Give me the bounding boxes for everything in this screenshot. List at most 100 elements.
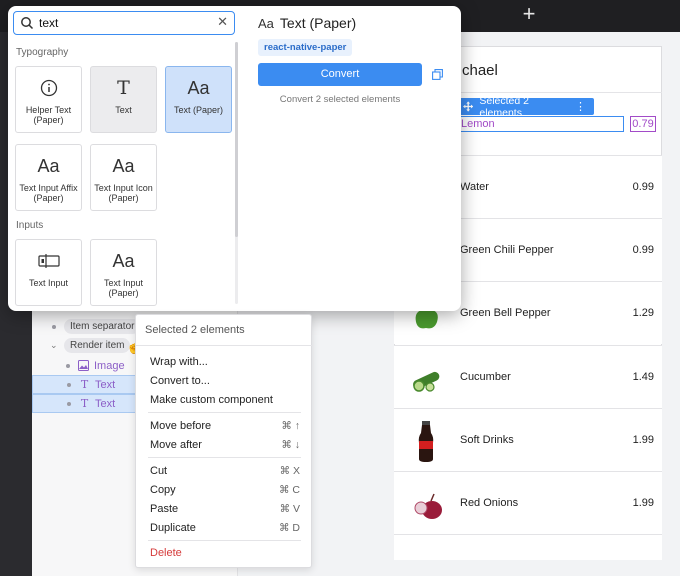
menu-item-label: Wrap with...	[150, 356, 208, 368]
text-aa-icon: Aa	[187, 77, 210, 98]
menu-item-wrap-with[interactable]: Wrap with...	[150, 356, 300, 368]
shortcut: ⌘ ↑	[281, 420, 300, 432]
text-t-icon: T	[80, 397, 89, 410]
menu-item-paste[interactable]: Paste ⌘ V	[150, 503, 300, 515]
product-row[interactable]	[394, 534, 662, 560]
menu-item-copy[interactable]: Copy ⌘ C	[150, 484, 300, 496]
product-name: Soft Drinks	[460, 434, 514, 446]
product-name: Green Chili Pepper	[460, 244, 554, 256]
search-icon	[21, 17, 34, 30]
tile-label: Text (Paper)	[173, 105, 224, 115]
product-price: 1.29	[632, 307, 654, 319]
product-row[interactable]: Red Onions 1.99	[394, 471, 662, 534]
text-aa-icon: Aa	[258, 15, 274, 31]
layer-label: Text	[95, 378, 116, 391]
tile-text-input[interactable]: Text Input	[15, 239, 82, 306]
product-name: Cucumber	[460, 371, 511, 383]
shortcut: ⌘ V	[279, 503, 300, 515]
product-price: 1.49	[632, 371, 654, 383]
move-icon[interactable]	[463, 101, 474, 112]
bullet-icon	[66, 363, 70, 368]
tile-text-input-affix-paper[interactable]: Aa Text Input Affix (Paper)	[15, 144, 82, 211]
convert-note: Convert 2 selected elements	[279, 94, 401, 105]
menu-item-cut[interactable]: Cut ⌘ X	[150, 465, 300, 477]
tile-label: Text Input Affix (Paper)	[19, 183, 78, 203]
tile-text[interactable]: T Text	[90, 66, 157, 133]
menu-item-make-custom-component[interactable]: Make custom component	[150, 394, 300, 406]
tile-text-input-paper[interactable]: Aa Text Input (Paper)	[90, 239, 157, 306]
product-name: Red Onions	[460, 497, 519, 509]
text-t-icon: T	[80, 378, 89, 391]
scrollbar-thumb[interactable]	[235, 42, 238, 237]
product-row[interactable]: Cucumber 1.49	[394, 345, 662, 408]
product-price: 1.99	[632, 434, 654, 446]
menu-item-move-before[interactable]: Move before ⌘ ↑	[150, 420, 300, 432]
layer-label: Render item	[64, 338, 131, 353]
divider	[136, 345, 313, 346]
tile-label: Text Input	[28, 278, 69, 288]
context-menu: Selected 2 elements Wrap with... Convert…	[135, 314, 313, 568]
product-price: 1.99	[632, 497, 654, 509]
component-picker-popup: ✕ Typography Helper Text (Paper) T Text …	[8, 6, 461, 311]
text-input-icon	[37, 250, 60, 272]
tile-label: Text	[115, 105, 132, 115]
menu-item-label: Move before	[150, 420, 212, 432]
menu-item-delete[interactable]: Delete	[150, 547, 300, 559]
product-image	[404, 419, 448, 463]
product-image	[404, 482, 448, 526]
section-heading-inputs: Inputs	[16, 220, 44, 231]
search-field[interactable]: ✕	[13, 11, 235, 35]
bullet-icon	[52, 324, 56, 329]
tile-label: Text Input Icon (Paper)	[94, 183, 153, 203]
text-aa-icon: Aa	[37, 155, 60, 176]
selection-badge[interactable]: Selected 2 elements ⋮	[459, 95, 594, 119]
section-heading-typography: Typography	[16, 47, 69, 58]
menu-item-label: Delete	[150, 547, 182, 559]
text-t-icon: T	[117, 77, 130, 99]
shortcut: ⌘ ↓	[281, 439, 300, 451]
selected-text-name[interactable]: Lemon	[459, 116, 624, 132]
detail-title-text: Text (Paper)	[279, 15, 357, 31]
close-icon[interactable]: ✕	[217, 14, 228, 30]
product-image	[404, 356, 448, 400]
chevron-down-icon[interactable]: ⌄	[50, 340, 58, 351]
divider	[148, 457, 301, 458]
bullet-icon	[67, 401, 71, 406]
image-icon	[78, 360, 89, 371]
menu-item-label: Convert to...	[150, 375, 210, 387]
tile-text-paper[interactable]: Aa Text (Paper)	[165, 66, 232, 133]
context-menu-header: Selected 2 elements	[145, 324, 245, 336]
tile-text-input-icon-paper[interactable]: Aa Text Input Icon (Paper)	[90, 144, 157, 211]
menu-item-duplicate[interactable]: Duplicate ⌘ D	[150, 522, 300, 534]
tile-label: Helper Text (Paper)	[25, 105, 72, 125]
menu-item-move-after[interactable]: Move after ⌘ ↓	[150, 439, 300, 451]
menu-item-label: Cut	[150, 465, 168, 477]
menu-item-label: Paste	[150, 503, 179, 515]
product-name: Green Bell Pepper	[460, 307, 551, 319]
add-icon[interactable]: +	[518, 3, 540, 26]
product-price: 0.99	[632, 244, 654, 256]
more-vertical-icon[interactable]: ⋮	[575, 100, 586, 113]
product-row[interactable]: Soft Drinks 1.99	[394, 408, 662, 471]
shortcut: ⌘ C	[279, 484, 300, 496]
text-aa-icon: Aa	[112, 250, 135, 271]
layer-label: Image	[94, 359, 125, 372]
package-tag: react-native-paper	[258, 39, 353, 56]
info-circle-icon	[40, 77, 58, 99]
menu-item-label: Copy	[150, 484, 176, 496]
search-input[interactable]	[39, 15, 214, 31]
menu-item-label: Move after	[150, 439, 202, 451]
tile-helper-text-paper[interactable]: Helper Text (Paper)	[15, 66, 82, 133]
product-price: 0.99	[632, 181, 654, 193]
shortcut: ⌘ D	[279, 522, 300, 534]
detail-title: Aa Text (Paper)	[258, 15, 356, 31]
bullet-icon	[67, 382, 71, 387]
shortcut: ⌘ X	[279, 465, 300, 477]
open-external-icon[interactable]	[432, 69, 443, 80]
selected-text-price[interactable]: 0.79	[630, 116, 656, 132]
convert-button[interactable]: Convert	[258, 63, 422, 86]
menu-item-label: Duplicate	[150, 522, 196, 534]
divider	[148, 412, 301, 413]
layer-label: Item separator	[64, 319, 141, 334]
menu-item-convert-to[interactable]: Convert to...	[150, 375, 300, 387]
